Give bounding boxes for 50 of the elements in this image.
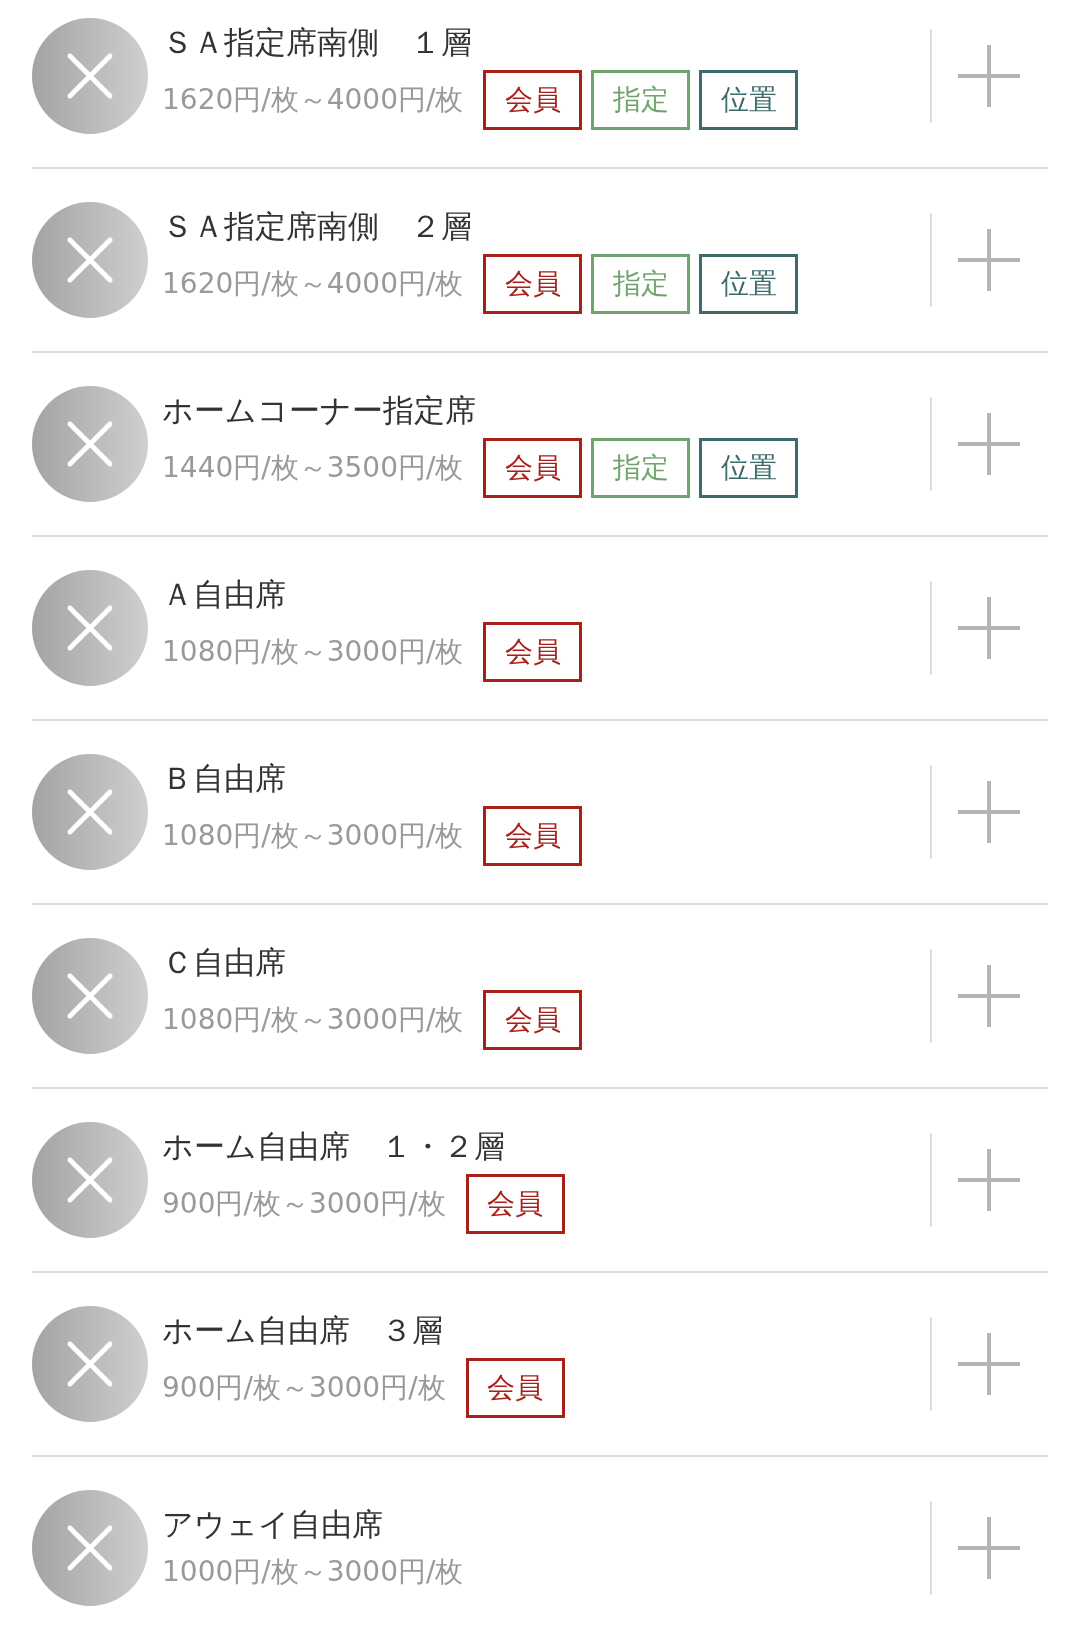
tag-label: 会員 <box>465 1358 565 1418</box>
tag-label: 会員 <box>483 990 583 1050</box>
close-icon[interactable] <box>32 570 148 686</box>
tag-label: 会員 <box>483 70 583 130</box>
close-icon[interactable] <box>32 386 148 502</box>
close-icon[interactable] <box>32 1490 148 1606</box>
plus-icon[interactable] <box>958 413 1020 475</box>
close-icon[interactable] <box>32 754 148 870</box>
seat-title: ホーム自由席 １・２層 <box>162 1127 506 1166</box>
price-range: 1000円/枚～3000円/枚 <box>162 1554 464 1590</box>
price-range: 900円/枚～3000円/枚 <box>162 1370 446 1406</box>
plus-icon[interactable] <box>958 781 1020 843</box>
seat-title: ホーム自由席 ３層 <box>162 1311 444 1350</box>
close-icon[interactable] <box>32 202 148 318</box>
tag-label: 会員 <box>483 254 583 314</box>
plus-icon[interactable] <box>958 1149 1020 1211</box>
tag-label: 指定 <box>591 438 691 498</box>
price-range: 1080円/枚～3000円/枚 <box>162 634 464 670</box>
tag-label: 位置 <box>699 254 799 314</box>
price-range: 1620円/枚～4000円/枚 <box>162 266 464 302</box>
tag-label: 会員 <box>465 1174 565 1234</box>
seat-title: Ｂ自由席 <box>162 759 287 798</box>
tag-label: 位置 <box>699 438 799 498</box>
close-icon[interactable] <box>32 1122 148 1238</box>
plus-icon[interactable] <box>958 1517 1020 1579</box>
seat-title: ホームコーナー指定席 <box>162 391 477 430</box>
close-icon[interactable] <box>32 18 148 134</box>
seat-title: Ｃ自由席 <box>162 943 287 982</box>
price-range: 1080円/枚～3000円/枚 <box>162 818 464 854</box>
plus-icon[interactable] <box>958 1333 1020 1395</box>
price-range: 1080円/枚～3000円/枚 <box>162 1002 464 1038</box>
price-range: 1620円/枚～4000円/枚 <box>162 82 464 118</box>
close-icon[interactable] <box>32 1306 148 1422</box>
tag-label: 指定 <box>591 254 691 314</box>
tag-label: 会員 <box>483 806 583 866</box>
tag-label: 会員 <box>483 438 583 498</box>
price-range: 900円/枚～3000円/枚 <box>162 1186 446 1222</box>
tag-label: 指定 <box>591 70 691 130</box>
plus-icon[interactable] <box>958 45 1020 107</box>
tag-label: 位置 <box>699 70 799 130</box>
price-range: 1440円/枚～3500円/枚 <box>162 450 464 486</box>
seat-title: Ａ自由席 <box>162 575 287 614</box>
tag-label: 会員 <box>483 622 583 682</box>
seat-title: ＳＡ指定席南側 １層 <box>162 23 473 62</box>
plus-icon[interactable] <box>958 229 1020 291</box>
seat-title: アウェイ自由席 <box>162 1505 384 1544</box>
seat-title: ＳＡ指定席南側 ２層 <box>162 207 473 246</box>
close-icon[interactable] <box>32 938 148 1054</box>
plus-icon[interactable] <box>958 597 1020 659</box>
plus-icon[interactable] <box>958 965 1020 1027</box>
